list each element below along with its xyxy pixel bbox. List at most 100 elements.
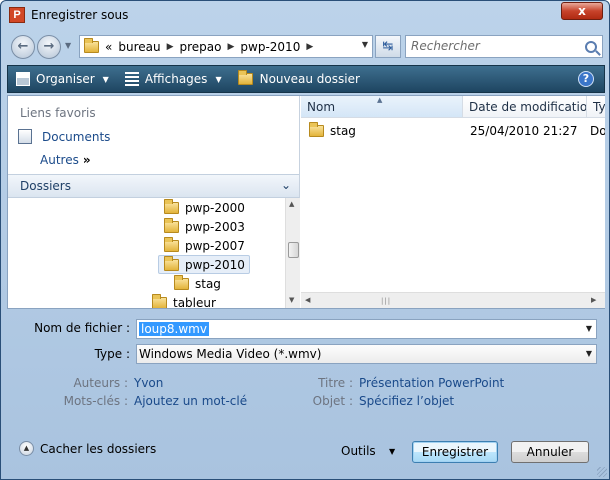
refresh-button[interactable]: ↹ (375, 35, 401, 58)
address-bar: ← → ▼ « bureau ▶ prepao ▶ pwp-2010 ▶ ▼ ↹… (7, 31, 605, 61)
favorites-heading: Liens favoris (20, 106, 96, 120)
search-input[interactable]: Rechercher (405, 35, 603, 58)
organiser-button[interactable]: Organiser ▼ (16, 72, 109, 86)
new-folder-icon (237, 70, 253, 85)
breadcrumb-item-pwp-2010[interactable]: pwp-2010 (240, 40, 300, 54)
documents-icon (18, 129, 32, 144)
scroll-left-icon[interactable]: ◀ (305, 296, 310, 304)
scroll-up-icon[interactable]: ▲ (289, 200, 294, 208)
folders-heading: Dossiers (20, 179, 71, 193)
column-header-type[interactable]: Ty (587, 96, 605, 118)
title-bar[interactable]: P Enregistrer sous x (1, 1, 609, 29)
breadcrumb-item-prepao[interactable]: prepao (180, 40, 222, 54)
command-toolbar: Organiser ▼ Affichages ▼ Nouveau dossier… (7, 65, 605, 93)
keywords-value[interactable]: Ajoutez un mot-clé (134, 394, 247, 408)
scroll-right-icon[interactable]: ▶ (591, 296, 596, 304)
powerpoint-app-icon: P (9, 7, 25, 23)
subject-value[interactable]: Spécifiez l’objet (359, 394, 454, 408)
column-header-label: Nom (307, 100, 336, 114)
column-header-label: Ty (593, 100, 605, 114)
breadcrumb-separator-icon[interactable]: ▶ (167, 42, 174, 52)
tree-item-label: stag (195, 276, 221, 291)
file-row-name[interactable]: stag (309, 122, 459, 140)
favorite-documents-label: Documents (42, 129, 111, 144)
type-select[interactable]: Windows Media Video (*.wmv) ▼ (136, 344, 597, 364)
hide-folders-button[interactable]: ▲ Cacher les dossiers (19, 441, 156, 456)
folder-icon (309, 122, 324, 137)
new-folder-label: Nouveau dossier (259, 72, 360, 86)
folder-icon (84, 37, 99, 53)
breadcrumb-separator-icon[interactable]: ▶ (306, 42, 313, 52)
scroll-thumb[interactable] (288, 242, 299, 258)
tree-item-label: pwp-2007 (185, 238, 245, 253)
type-label: Type : (94, 347, 130, 361)
folders-header[interactable]: Dossiers ⌄ (8, 174, 299, 198)
views-icon (124, 72, 139, 86)
forward-button[interactable]: → (37, 35, 61, 59)
filename-input[interactable]: loup8.wmv ▼ (136, 319, 597, 339)
help-icon[interactable]: ? (578, 71, 594, 87)
save-form: Nom de fichier : loup8.wmv ▼ Type : Wind… (7, 311, 605, 475)
filename-value: loup8.wmv (139, 322, 209, 336)
affichages-button[interactable]: Affichages ▼ (124, 72, 222, 86)
hide-folders-label: Cacher les dossiers (40, 441, 157, 456)
authors-value[interactable]: Yvon (134, 376, 163, 390)
scroll-grip[interactable]: ||| (381, 297, 391, 305)
tree-item-pwp-2000[interactable]: pwp-2000 (164, 198, 245, 217)
filename-label: Nom de fichier : (34, 321, 130, 335)
type-value: Windows Media Video (*.wmv) (139, 347, 322, 361)
browser-area: Liens favoris Documents Autres» Dossiers… (7, 95, 605, 309)
tree-item-stag[interactable]: stag (174, 274, 221, 293)
tree-item-label: pwp-2003 (185, 219, 245, 234)
column-header-date[interactable]: Date de modificatio... (463, 96, 587, 118)
cancel-button[interactable]: Annuler (511, 441, 589, 463)
authors-label: Auteurs : (73, 376, 128, 390)
tree-vertical-scrollbar[interactable]: ▲ ▼ (285, 198, 300, 308)
title-value[interactable]: Présentation PowerPoint (359, 376, 504, 390)
favorites-more-label: Autres (40, 153, 79, 167)
favorite-documents[interactable]: Documents (18, 129, 110, 144)
chevron-down-icon[interactable]: ▼ (586, 345, 592, 363)
close-button[interactable]: x (561, 2, 603, 20)
title-label: Titre : (318, 376, 353, 390)
dropdown-arrow-icon: ▼ (102, 74, 109, 84)
double-chevron-icon: » (82, 153, 91, 167)
tools-dropdown-icon[interactable]: ▼ (389, 447, 395, 456)
sort-ascending-icon: ▲ (377, 96, 383, 104)
breadcrumb[interactable]: « bureau ▶ prepao ▶ pwp-2010 ▶ ▼ (79, 35, 373, 58)
chevron-down-icon[interactable]: ▼ (586, 320, 592, 338)
folder-icon (174, 274, 189, 290)
file-list-horizontal-scrollbar[interactable]: ◀ ||| ▶ (301, 292, 605, 308)
breadcrumb-item-bureau[interactable]: bureau (118, 40, 160, 54)
window-title: Enregistrer sous (31, 8, 129, 22)
scroll-down-icon[interactable]: ▼ (289, 296, 294, 304)
back-button[interactable]: ← (11, 35, 35, 59)
column-header-name[interactable]: ▲ Nom (301, 96, 463, 118)
new-folder-button[interactable]: Nouveau dossier (237, 70, 360, 86)
folder-tree: pwp-2000 pwp-2003 pwp-2007 pwp-2010 stag (8, 198, 284, 308)
tree-item-label: tableur (173, 295, 216, 309)
file-row-date[interactable]: 25/04/2010 21:27 (470, 122, 578, 140)
address-dropdown-icon[interactable]: ▼ (362, 40, 368, 49)
history-dropdown-icon[interactable]: ▼ (65, 41, 71, 50)
folder-icon (164, 217, 179, 233)
tree-item-tableur[interactable]: tableur (152, 293, 216, 308)
resize-grip[interactable] (597, 467, 607, 477)
folder-icon (164, 255, 179, 271)
favorites-more-link[interactable]: Autres» (40, 153, 91, 167)
file-row-type[interactable]: Do (590, 122, 605, 140)
tools-menu[interactable]: Outils (341, 444, 376, 458)
save-as-dialog: P Enregistrer sous x ← → ▼ « bureau ▶ pr… (0, 0, 610, 480)
chevron-up-icon: ▲ (19, 441, 34, 456)
organiser-label: Organiser (36, 72, 95, 86)
save-button[interactable]: Enregistrer (412, 441, 498, 463)
tree-item-pwp-2010[interactable]: pwp-2010 (158, 255, 250, 274)
search-icon[interactable] (585, 41, 597, 53)
breadcrumb-separator-icon[interactable]: ▶ (227, 42, 234, 52)
tree-item-pwp-2003[interactable]: pwp-2003 (164, 217, 245, 236)
file-name: stag (330, 124, 356, 138)
file-list: ▲ Nom Date de modificatio... Ty stag 25/… (301, 96, 605, 308)
tree-item-label: pwp-2000 (185, 200, 245, 215)
breadcrumb-overflow[interactable]: « (105, 40, 112, 54)
tree-item-pwp-2007[interactable]: pwp-2007 (164, 236, 245, 255)
